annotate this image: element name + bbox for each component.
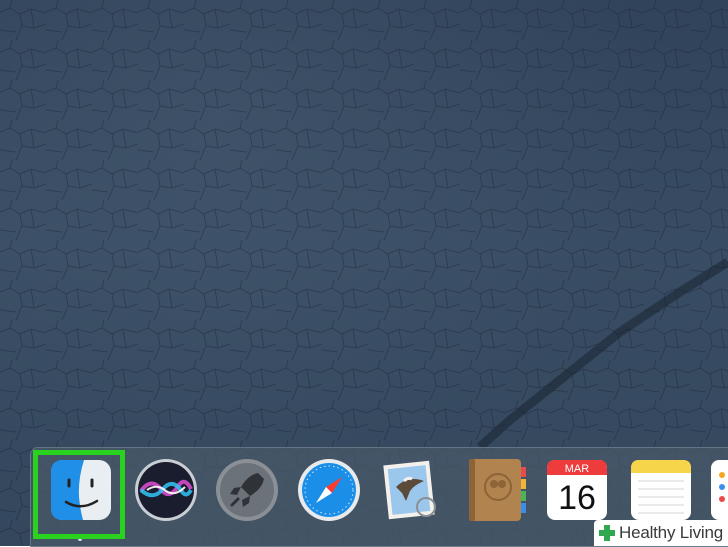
launchpad-icon	[216, 459, 278, 521]
dock-item-launchpad[interactable]	[214, 457, 280, 523]
dock-item-contacts[interactable]	[464, 457, 530, 523]
siri-icon	[135, 459, 197, 521]
dock-item-safari[interactable]	[296, 457, 362, 523]
calendar-month: MAR	[565, 463, 590, 475]
dock-item-reminders[interactable]	[708, 457, 728, 523]
dock-item-notes[interactable]	[628, 457, 694, 523]
finder-highlight-box	[33, 450, 125, 539]
watermark-text: Healthy Living	[619, 523, 723, 542]
contacts-icon	[469, 459, 526, 521]
watermark: Healthy Living	[594, 520, 728, 546]
calendar-day: 16	[558, 479, 596, 517]
reminders-icon	[711, 460, 728, 520]
dock-item-siri[interactable]	[133, 457, 199, 523]
dock-item-calendar[interactable]: MAR 16	[544, 457, 610, 523]
plus-icon	[599, 525, 615, 541]
dock-item-mail[interactable]	[378, 457, 444, 523]
notes-icon	[631, 460, 691, 520]
calendar-icon: MAR 16	[547, 460, 607, 520]
mail-icon	[383, 460, 436, 520]
safari-icon	[298, 459, 360, 521]
